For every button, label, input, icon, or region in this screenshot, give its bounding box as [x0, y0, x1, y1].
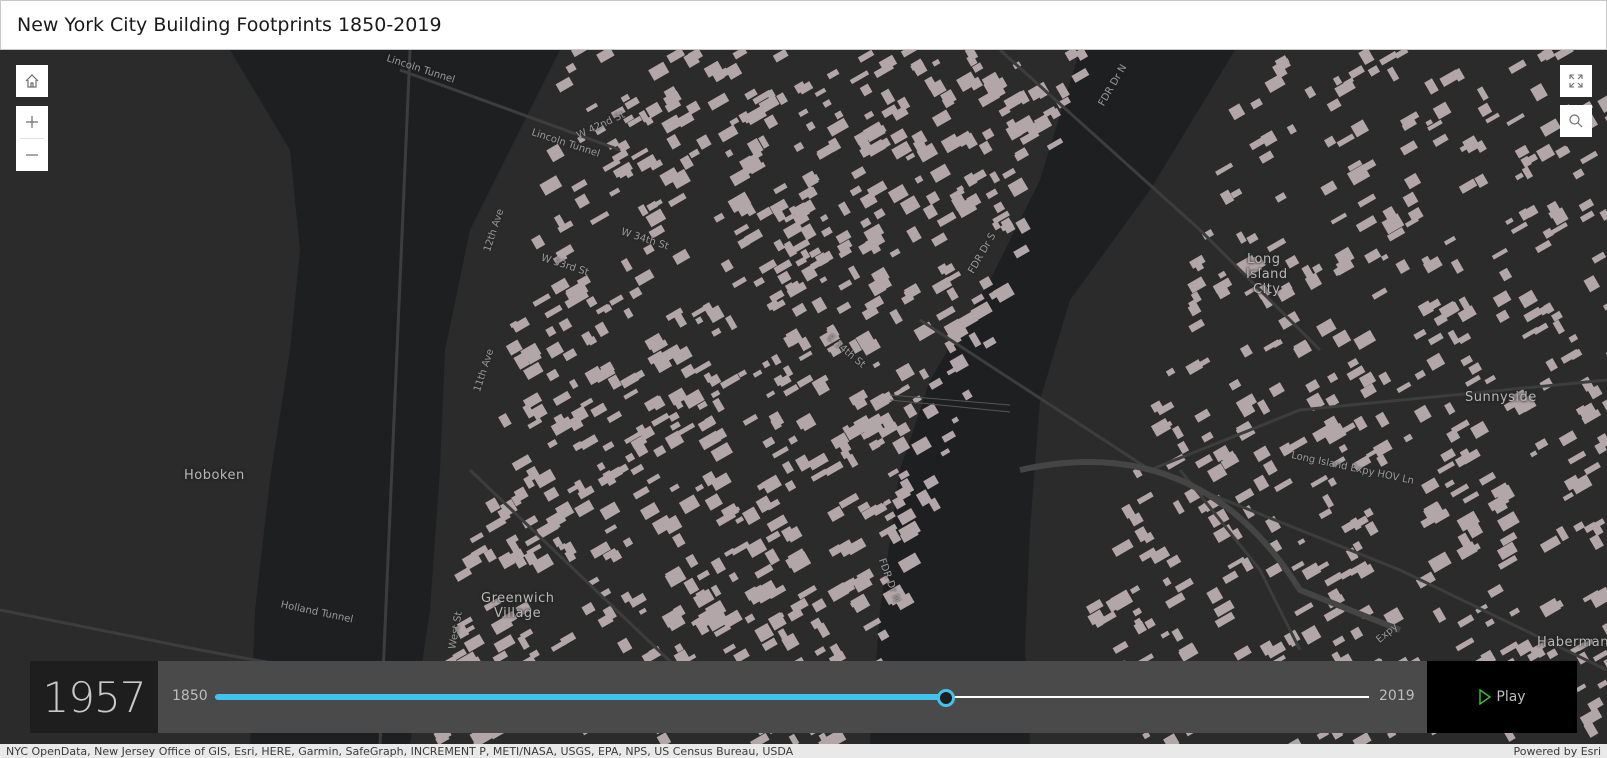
place-label-haberman: Haberman: [1537, 635, 1607, 650]
place-label-hoboken: Hoboken: [184, 468, 245, 483]
place-label-sunnyside: Sunnyside: [1465, 390, 1537, 405]
page-title: New York City Building Footprints 1850-2…: [17, 14, 442, 36]
place-label-island: Island: [1246, 267, 1288, 282]
slider-min-label: 1850: [172, 688, 208, 704]
home-button[interactable]: [16, 65, 48, 97]
current-year-display: 1957: [30, 661, 158, 733]
zoom-controls: [16, 106, 48, 171]
place-label-long: Long: [1247, 252, 1281, 267]
zoom-out-button[interactable]: [16, 139, 48, 171]
time-slider: 1957 1850 2019 Play: [30, 661, 1577, 733]
play-icon: [1479, 689, 1492, 705]
search-button[interactable]: [1560, 105, 1592, 137]
search-icon: [1569, 114, 1583, 128]
app-header: New York City Building Footprints 1850-2…: [0, 0, 1607, 50]
slider-track-fill: [215, 694, 946, 700]
place-label-city: City: [1253, 282, 1281, 297]
slider-track[interactable]: [215, 694, 1369, 700]
map-view[interactable]: Hoboken Greenwich Village Long Island Ci…: [0, 50, 1607, 744]
minus-icon: [26, 154, 38, 156]
place-label-greenwich: Greenwich: [481, 591, 555, 606]
place-label-village: Village: [494, 606, 542, 621]
basemap: [0, 50, 1607, 744]
map-attribution: NYC OpenData, New Jersey Office of GIS, …: [0, 744, 1607, 758]
play-label: Play: [1496, 689, 1526, 705]
powered-by: Powered by Esri: [1513, 744, 1601, 758]
home-icon: [25, 74, 39, 88]
expand-icon: [1569, 74, 1583, 88]
play-button[interactable]: Play: [1427, 661, 1577, 733]
slider-thumb[interactable]: [936, 689, 955, 707]
fullscreen-button[interactable]: [1560, 65, 1592, 97]
slider-max-label: 2019: [1379, 688, 1415, 704]
current-year: 1957: [42, 672, 147, 722]
zoom-in-button[interactable]: [16, 106, 48, 138]
attribution-sources: NYC OpenData, New Jersey Office of GIS, …: [6, 744, 794, 758]
plus-icon: [26, 116, 38, 128]
